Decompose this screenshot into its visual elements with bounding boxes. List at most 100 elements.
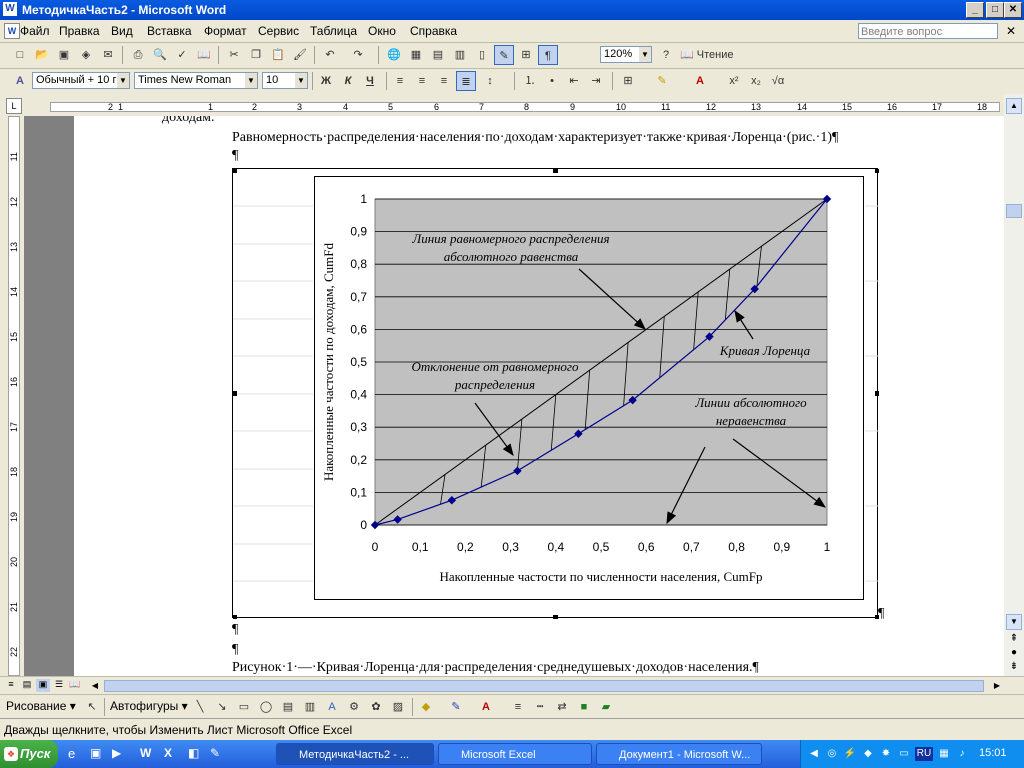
research-icon[interactable]: 📖 [194, 45, 214, 65]
line-style-icon[interactable]: ≡ [508, 697, 528, 717]
menu-view[interactable]: Вид [111, 24, 133, 38]
chart-area[interactable]: 0 0,1 0,2 0,3 0,4 0,5 0,6 0,7 0,8 0,9 1 0 0,1 0,2 0,3 0… [314, 176, 864, 600]
print-icon[interactable]: ⎙ [128, 45, 148, 65]
font-select[interactable]: Times New Roman ▼ [134, 72, 258, 89]
print-preview-icon[interactable]: 🔍 [150, 45, 170, 65]
bold-button[interactable]: Ж [316, 71, 336, 91]
arrow-tool-icon[interactable]: ↘ [212, 697, 232, 717]
menu-edit[interactable]: Правка [59, 24, 100, 38]
wordart-icon[interactable]: A [322, 697, 342, 717]
horizontal-scrollbar[interactable]: ≡ ▤ ▣ ☰ 📖 ◀ ▶ [0, 676, 1024, 695]
format-painter-icon[interactable]: 🖌 [290, 45, 310, 65]
menu-table[interactable]: Таблица [310, 24, 357, 38]
menu-format[interactable]: Формат [204, 24, 247, 38]
cut-icon[interactable]: ✂ [224, 45, 244, 65]
print-layout-icon[interactable]: ▣ [36, 679, 50, 692]
justify-icon[interactable]: ≣ [456, 71, 476, 91]
menu-help[interactable]: Справка [410, 24, 457, 38]
paste-icon[interactable]: 📋 [268, 45, 288, 65]
minimize-button[interactable]: _ [966, 2, 984, 18]
next-page-icon[interactable]: ⇟ [1006, 660, 1022, 674]
embedded-excel-object[interactable]: 0 0,1 0,2 0,3 0,4 0,5 0,6 0,7 0,8 0,9 1 0 0,1 0,2 0,3 0… [232, 168, 879, 619]
underline-button[interactable]: Ч [360, 71, 380, 91]
new-document-icon[interactable]: □ [10, 45, 30, 65]
close-button[interactable]: ✕ [1004, 2, 1022, 18]
drawing-icon[interactable]: ✎ [494, 45, 514, 65]
menu-tools[interactable]: Сервис [258, 24, 299, 38]
document-map-icon[interactable]: ⊞ [516, 45, 536, 65]
font-size-select[interactable]: 10 ▼ [262, 72, 308, 89]
textbox-tool-icon[interactable]: ▤ [278, 697, 298, 717]
excel-quicklaunch-icon[interactable]: X [164, 746, 172, 760]
close-document-icon[interactable]: ✕ [1006, 24, 1016, 38]
save-icon[interactable]: ▣ [54, 45, 74, 65]
tray-app-icon[interactable]: ◆ [861, 747, 875, 761]
permission-icon[interactable]: ◈ [76, 45, 96, 65]
lorenz-chart[interactable]: 0 0,1 0,2 0,3 0,4 0,5 0,6 0,7 0,8 0,9 1 0 0,1 0,2 0,3 0… [315, 177, 863, 599]
help-icon[interactable]: ? [656, 45, 676, 65]
normal-view-icon[interactable]: ≡ [4, 679, 18, 692]
styles-formatting-icon[interactable]: A [10, 71, 30, 91]
volume-icon[interactable]: ◀ [807, 747, 821, 761]
word-quicklaunch-icon[interactable]: W [140, 746, 151, 760]
network-icon[interactable]: ◎ [825, 747, 839, 761]
line-color-icon[interactable]: ✎ [446, 697, 466, 717]
insert-excel-icon[interactable]: ▥ [450, 45, 470, 65]
fill-color-icon[interactable]: ◆ [416, 697, 436, 717]
read-button[interactable]: 📖 Чтение [680, 45, 742, 65]
tray-tool-icon[interactable]: ✸ [879, 747, 893, 761]
align-center-icon[interactable]: ≡ [412, 71, 432, 91]
drawing-menu-button[interactable]: Рисование ▾ [6, 699, 76, 713]
superscript-icon[interactable]: x² [724, 71, 744, 91]
paragraph-text[interactable]: Равномерность·распределения·населения·по… [232, 130, 838, 146]
task-excel[interactable]: Microsoft Excel [438, 743, 592, 765]
previous-page-icon[interactable]: ⇞ [1006, 632, 1022, 646]
horizontal-scroll-thumb[interactable] [104, 680, 984, 692]
bullets-icon[interactable]: • [542, 71, 562, 91]
decrease-indent-icon[interactable]: ⇤ [564, 71, 584, 91]
monitor-icon[interactable]: ▭ [897, 747, 911, 761]
line-tool-icon[interactable]: ╲ [190, 697, 210, 717]
menu-insert[interactable]: Вставка [147, 24, 192, 38]
word-app-icon[interactable]: W [3, 2, 17, 16]
highlight-icon[interactable]: ✎ [652, 71, 672, 91]
desktop-quicklaunch-icon[interactable]: ▣ [90, 746, 101, 760]
task-word-document1[interactable]: Документ1 - Microsoft W... [596, 743, 762, 765]
vertical-textbox-icon[interactable]: ▥ [300, 697, 320, 717]
align-right-icon[interactable]: ≡ [434, 71, 454, 91]
line-spacing-icon[interactable]: ↕ [480, 71, 500, 91]
web-view-icon[interactable]: ▤ [20, 679, 34, 692]
align-left-icon[interactable]: ≡ [390, 71, 410, 91]
dash-style-icon[interactable]: ┅ [530, 697, 550, 717]
select-objects-icon[interactable]: ↖ [82, 697, 102, 717]
maximize-button[interactable]: □ [986, 2, 1004, 18]
scroll-down-icon[interactable]: ▼ [1006, 614, 1022, 630]
shadow-style-icon[interactable]: ■ [574, 697, 594, 717]
picture-icon[interactable]: ▨ [388, 697, 408, 717]
open-folder-icon[interactable]: 📂 [32, 45, 52, 65]
italic-button[interactable]: К [338, 71, 358, 91]
browse-object-icon[interactable]: ● [1006, 646, 1022, 660]
scroll-right-icon[interactable]: ▶ [990, 679, 1004, 693]
display-icon[interactable]: ▦ [937, 747, 951, 761]
style-select[interactable]: Обычный + 10 г ▼ [32, 72, 130, 89]
figure-caption[interactable]: Рисунок·1·—·Кривая·Лоренца·для·распредел… [232, 660, 759, 676]
hyperlink-icon[interactable]: 🌐 [384, 45, 404, 65]
mediaplayer-quicklaunch-icon[interactable]: ▶ [112, 746, 121, 760]
tab-selector-icon[interactable]: L [6, 98, 22, 114]
tables-borders-icon[interactable]: ▦ [406, 45, 426, 65]
reading-view-icon[interactable]: 📖 [68, 679, 82, 692]
task-word-document[interactable]: МетодичкаЧасть2 - ... [276, 743, 434, 765]
columns-icon[interactable]: ▯ [472, 45, 492, 65]
autoshapes-menu-button[interactable]: Автофигуры ▾ [110, 699, 188, 713]
spelling-icon[interactable]: ✓ [172, 45, 192, 65]
help-question-input[interactable]: Введите вопрос [858, 23, 998, 39]
scroll-thumb[interactable] [1006, 204, 1022, 218]
sound-icon[interactable]: ♪ [955, 747, 969, 761]
ie-quicklaunch-icon[interactable]: e [68, 746, 75, 761]
diagram-icon[interactable]: ⚙ [344, 697, 364, 717]
menu-window[interactable]: Окно [368, 24, 396, 38]
subscript-icon[interactable]: x₂ [746, 71, 766, 91]
antivirus-icon[interactable]: ⚡ [843, 747, 857, 761]
undo-icon[interactable]: ↶ [320, 45, 340, 65]
